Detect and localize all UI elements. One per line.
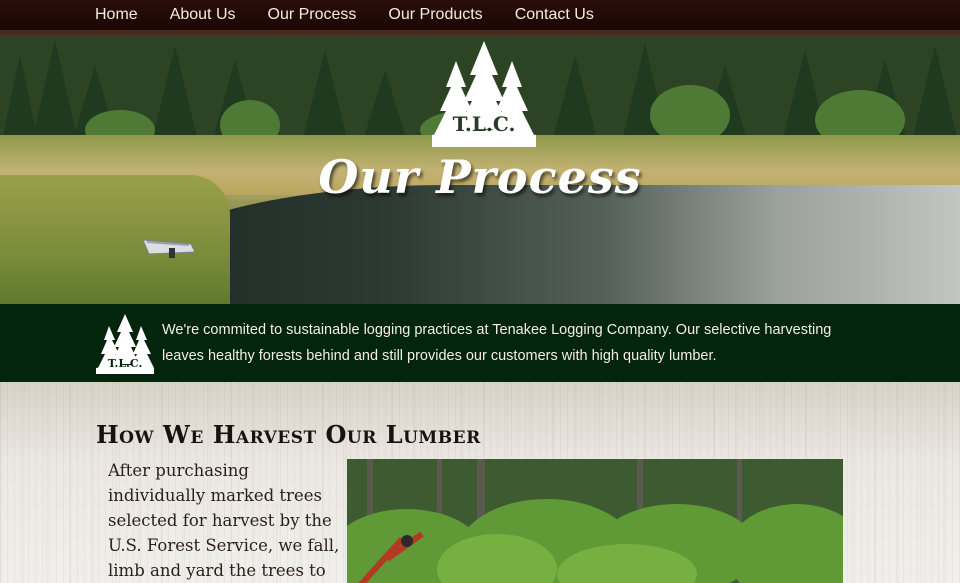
nav-about-us[interactable]: About Us bbox=[154, 1, 252, 29]
main-nav: Home About Us Our Process Our Products C… bbox=[0, 0, 960, 30]
svg-text:T.L.C.: T.L.C. bbox=[453, 112, 516, 136]
logging-photo-illustration bbox=[347, 459, 843, 583]
section-body-text: After purchasing individually marked tre… bbox=[108, 461, 340, 580]
tagline-text: We're commited to sustainable logging pr… bbox=[162, 322, 832, 364]
tlc-logo-icon: T.L.C. bbox=[432, 41, 536, 147]
nav-contact-us[interactable]: Contact Us bbox=[499, 1, 610, 29]
section-heading: How We Harvest Our Lumber bbox=[96, 420, 481, 449]
content-section: How We Harvest Our Lumber After purchasi… bbox=[0, 382, 960, 583]
tlc-small-logo-icon: T.L.C. bbox=[96, 314, 154, 374]
boat-image bbox=[142, 239, 196, 258]
page-title: Our Process bbox=[318, 150, 642, 204]
logging-photo bbox=[347, 459, 843, 583]
nav-our-process[interactable]: Our Process bbox=[252, 1, 373, 29]
nav-home[interactable]: Home bbox=[79, 1, 154, 29]
nav-our-products[interactable]: Our Products bbox=[372, 1, 498, 29]
hero-banner: T.L.C. Our Process bbox=[0, 35, 960, 304]
svg-text:T.L.C.: T.L.C. bbox=[108, 357, 143, 370]
tagline-bar: T.L.C. We're commited to sustainable log… bbox=[0, 304, 960, 382]
